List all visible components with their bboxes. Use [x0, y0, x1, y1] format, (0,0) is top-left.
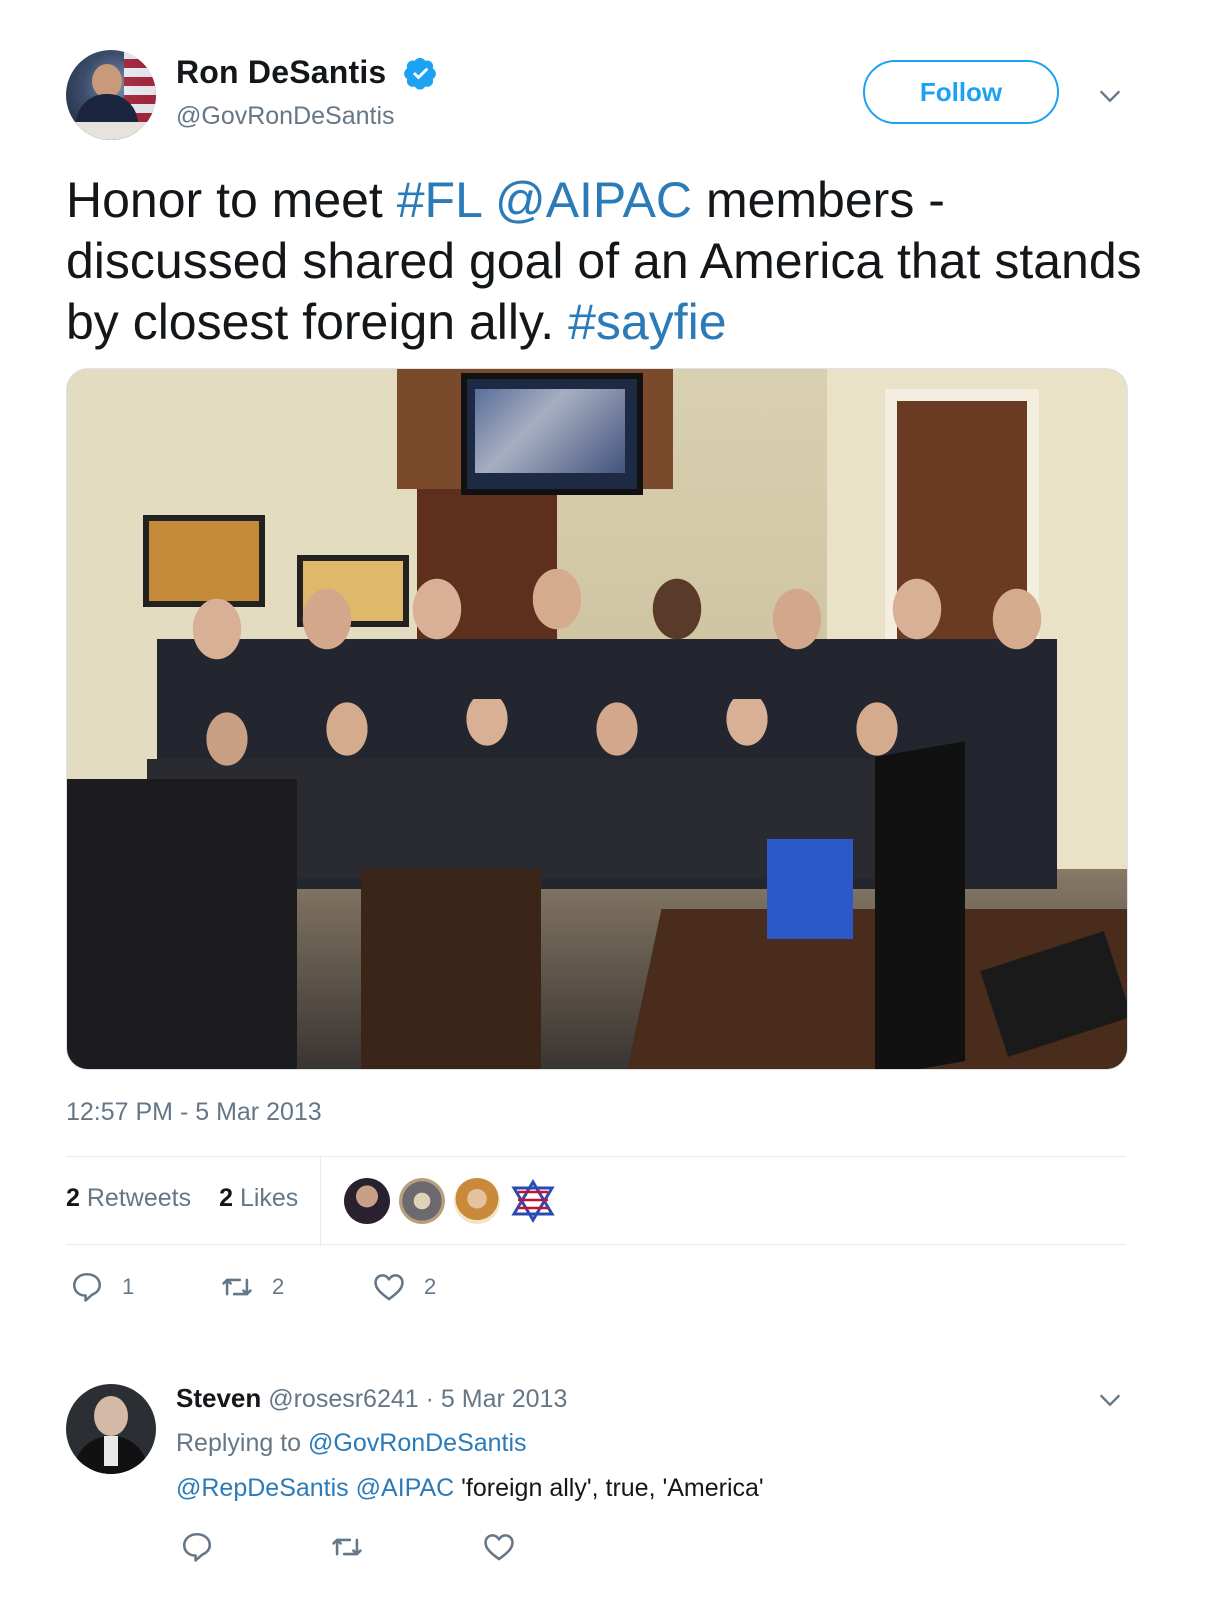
reply-date[interactable]: · 5 Mar 2013	[426, 1385, 568, 1413]
reply-icon	[72, 1272, 102, 1302]
liker-avatar[interactable]	[399, 1178, 445, 1224]
tweet-photo[interactable]	[66, 368, 1128, 1070]
author-avatar[interactable]	[66, 50, 156, 140]
replying-to: Replying to @GovRonDeSantis	[176, 1429, 527, 1457]
hashtag-link-fl[interactable]: #FL	[397, 172, 481, 228]
mention-link-repdesantis[interactable]: @RepDeSantis	[176, 1474, 349, 1502]
retweets-stat[interactable]: 2 Retweets	[66, 1184, 191, 1212]
liker-avatar[interactable]	[344, 1178, 390, 1224]
reply-text: @RepDeSantis @AIPAC 'foreign ally', true…	[176, 1474, 764, 1503]
tweet-stats: 2 Retweets 2 Likes	[66, 1184, 298, 1213]
tweet-text-part: Honor to meet	[66, 172, 397, 228]
retweet-action[interactable]: 2	[220, 1270, 284, 1304]
retweet-icon[interactable]	[330, 1530, 364, 1564]
liker-avatar[interactable]	[510, 1178, 556, 1224]
verified-badge-icon	[404, 57, 436, 90]
replying-to-link[interactable]: @GovRonDeSantis	[308, 1429, 527, 1457]
author-name[interactable]: Ron DeSantis	[176, 54, 386, 91]
heart-icon[interactable]	[482, 1530, 516, 1564]
liker-avatar[interactable]	[454, 1178, 500, 1224]
like-action[interactable]: 2	[372, 1270, 436, 1304]
chevron-down-icon[interactable]	[1096, 82, 1124, 110]
reply-icon[interactable]	[180, 1530, 214, 1564]
heart-icon	[374, 1274, 404, 1301]
chevron-down-icon[interactable]	[1096, 1386, 1124, 1414]
author-handle[interactable]: @GovRonDeSantis	[176, 102, 395, 131]
reply-author-name[interactable]: Steven	[176, 1383, 261, 1413]
likes-stat[interactable]: 2 Likes	[219, 1184, 298, 1212]
divider	[320, 1156, 321, 1246]
retweet-count: 2	[272, 1274, 285, 1299]
divider	[66, 1156, 1126, 1157]
tweet-text: Honor to meet #FL @AIPAC members - discu…	[66, 170, 1146, 353]
tweet-timestamp[interactable]: 12:57 PM - 5 Mar 2013	[66, 1098, 322, 1127]
tweet-text-part	[481, 172, 495, 228]
reply-count: 1	[122, 1274, 135, 1299]
like-count: 2	[424, 1274, 437, 1299]
mention-link-aipac[interactable]: @AIPAC	[356, 1474, 455, 1502]
hashtag-link-sayfie[interactable]: #sayfie	[568, 294, 726, 350]
retweet-icon	[222, 1278, 252, 1296]
reply-header: Steven @rosesr6241 · 5 Mar 2013	[176, 1383, 567, 1414]
reply-action[interactable]: 1	[70, 1270, 134, 1304]
follow-button[interactable]: Follow	[863, 60, 1059, 124]
mention-link-aipac[interactable]: @AIPAC	[495, 172, 692, 228]
reply-avatar[interactable]	[66, 1384, 156, 1474]
divider	[66, 1244, 1126, 1245]
reply-author-handle[interactable]: @rosesr6241	[268, 1385, 418, 1413]
reply-body: 'foreign ally', true, 'America'	[461, 1474, 764, 1502]
